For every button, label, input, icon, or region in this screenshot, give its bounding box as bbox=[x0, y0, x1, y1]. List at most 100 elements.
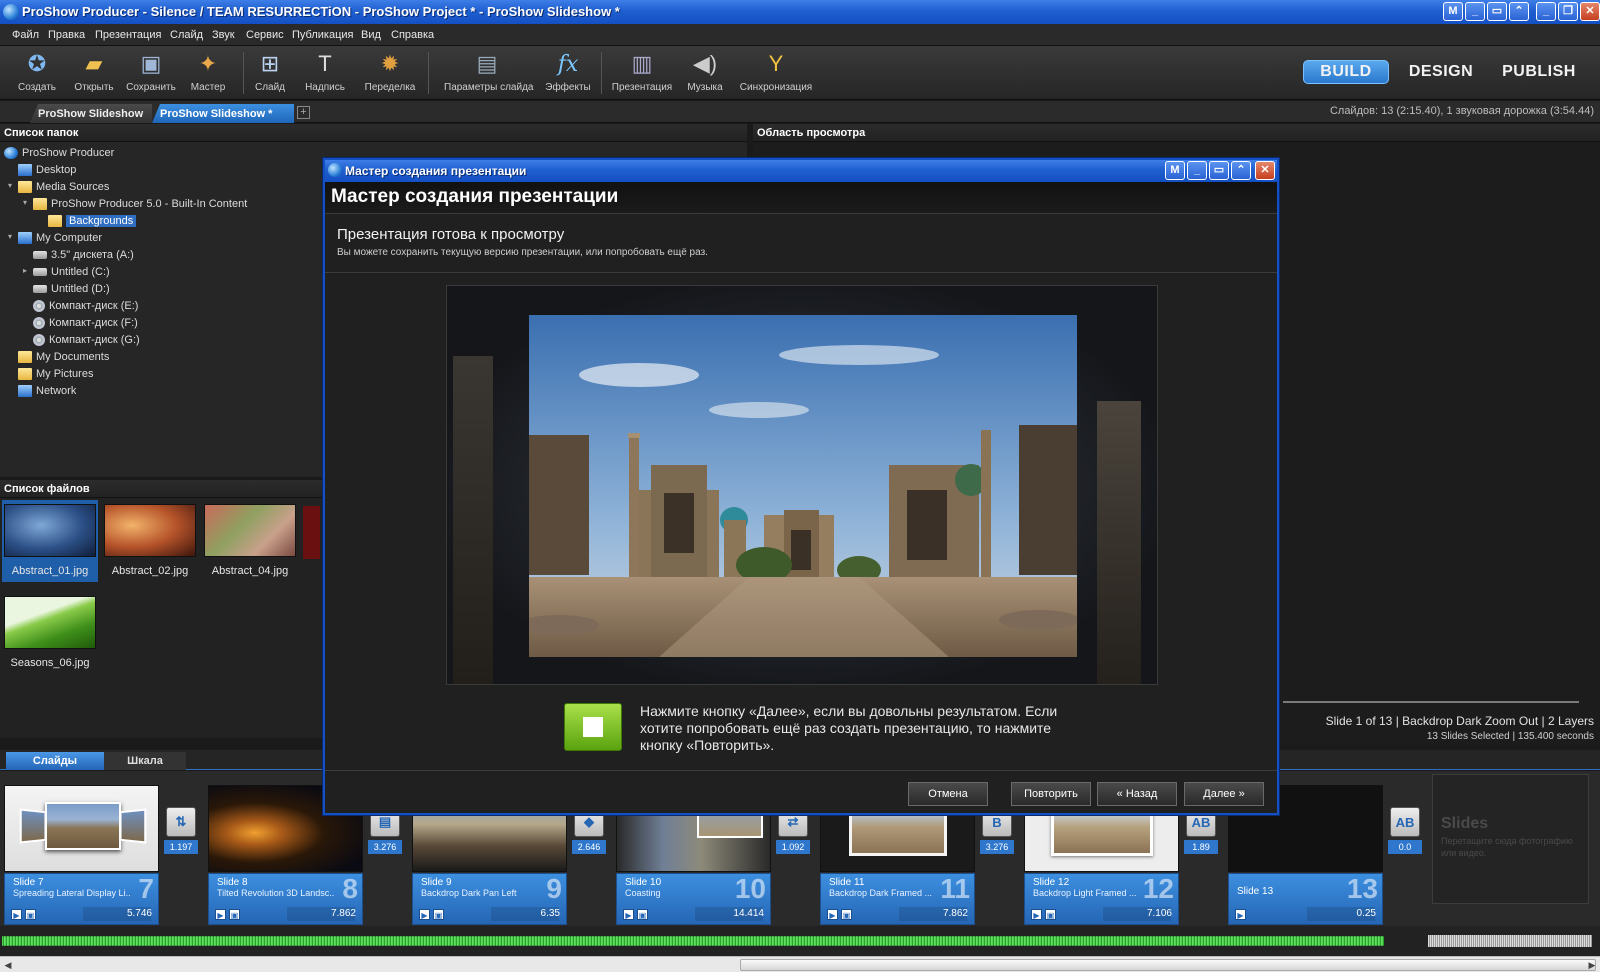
tray-icon[interactable]: _ bbox=[1465, 2, 1485, 21]
window-menu-icon[interactable]: ▭ bbox=[1487, 2, 1507, 21]
retry-button[interactable]: Повторить bbox=[1011, 782, 1091, 806]
tree-item-drive-d[interactable]: Untitled (D:) bbox=[33, 281, 110, 297]
add-tab-icon[interactable]: + bbox=[297, 106, 310, 119]
wizard-close: ✕ bbox=[1255, 161, 1275, 180]
tree-item-media-sources[interactable]: Media Sources bbox=[18, 179, 109, 195]
menu-slide[interactable]: Слайд bbox=[170, 29, 203, 41]
file-name: Abstract_04.jpg bbox=[211, 565, 289, 577]
tab-slides[interactable]: Слайды bbox=[6, 752, 104, 770]
file-thumb-seasons-06[interactable]: Seasons_06.jpg bbox=[2, 596, 98, 669]
layers-icon[interactable]: ▣ bbox=[433, 909, 444, 920]
tool-remix[interactable]: ✹ Переделка bbox=[350, 50, 430, 93]
scroll-right-icon[interactable]: ▶ bbox=[1586, 959, 1598, 971]
collapse-icon[interactable]: ▾ bbox=[8, 181, 12, 190]
tree-item-cd-f[interactable]: Компакт-диск (F:) bbox=[33, 315, 138, 331]
tab-proshow-slideshow-modified[interactable]: ProShow Slideshow * bbox=[152, 104, 294, 123]
file-image bbox=[204, 504, 296, 557]
slide-card[interactable]: Slide 7 Spreading Lateral Display Li... … bbox=[4, 785, 159, 929]
layers-icon[interactable]: ▣ bbox=[637, 909, 648, 920]
slide-duration: 6.35 bbox=[540, 908, 560, 919]
tool-effects[interactable]: fx Эффекты bbox=[528, 50, 608, 94]
tree-item-built-in-content[interactable]: ProShow Producer 5.0 - Built-In Content bbox=[33, 196, 247, 212]
transition-item[interactable]: ⇅ 1.197 bbox=[164, 807, 198, 854]
tree-item-desktop[interactable]: Desktop bbox=[18, 162, 76, 178]
slide-name: Slide 12 bbox=[1033, 877, 1070, 888]
file-thumb-abstract-01[interactable]: Abstract_01.jpg bbox=[2, 500, 98, 582]
menu-show[interactable]: Презентация bbox=[95, 29, 161, 41]
play-icon[interactable]: ▶ bbox=[623, 909, 634, 920]
collapse-icon[interactable]: ▾ bbox=[23, 198, 27, 207]
menu-file[interactable]: Файл bbox=[12, 29, 39, 41]
layers-icon[interactable]: ▣ bbox=[25, 909, 36, 920]
pin-icon[interactable]: M bbox=[1165, 161, 1185, 180]
tab-proshow-slideshow[interactable]: ProShow Slideshow bbox=[30, 104, 152, 123]
maximize-icon[interactable]: ❐ bbox=[1558, 2, 1578, 21]
scroll-left-icon[interactable]: ◀ bbox=[2, 959, 14, 971]
next-button[interactable]: Далее » bbox=[1184, 782, 1264, 806]
close-icon[interactable]: ✕ bbox=[1580, 2, 1600, 21]
proshow-app-icon bbox=[4, 147, 18, 159]
tree-item-floppy-a[interactable]: 3.5" дискета (A:) bbox=[33, 247, 134, 263]
menu-publish[interactable]: Публикация bbox=[292, 29, 353, 41]
layers-icon[interactable]: ▣ bbox=[1045, 909, 1056, 920]
tree-item-my-pictures[interactable]: My Pictures bbox=[18, 366, 93, 382]
tree-item-my-computer[interactable]: My Computer bbox=[18, 230, 102, 246]
tree-item-cd-e[interactable]: Компакт-диск (E:) bbox=[33, 298, 138, 314]
sync-icon: Y bbox=[768, 51, 784, 76]
computer-icon bbox=[18, 232, 32, 244]
tray-icon[interactable]: _ bbox=[1187, 161, 1207, 180]
audio-waveform bbox=[2, 936, 1384, 946]
tab-timeline[interactable]: Шкала bbox=[104, 752, 186, 770]
photo-image bbox=[529, 315, 1077, 657]
stop-preview-button[interactable] bbox=[564, 703, 622, 751]
play-icon[interactable]: ▶ bbox=[215, 909, 226, 920]
tree-item-cd-g[interactable]: Компакт-диск (G:) bbox=[33, 332, 140, 348]
rollup-icon[interactable]: ⌃ bbox=[1231, 161, 1251, 180]
menu-edit[interactable]: Правка bbox=[48, 29, 85, 41]
horizontal-scrollbar[interactable]: ◀ ▶ bbox=[0, 956, 1600, 972]
tree-item-network[interactable]: Network bbox=[18, 383, 76, 399]
menu-help[interactable]: Справка bbox=[391, 29, 434, 41]
cancel-button[interactable]: Отмена bbox=[908, 782, 988, 806]
menu-tools[interactable]: Сервис bbox=[246, 29, 284, 41]
mode-publish-button[interactable]: PUBLISH bbox=[1494, 60, 1584, 84]
play-icon[interactable]: ▶ bbox=[419, 909, 430, 920]
play-icon[interactable]: ▶ bbox=[1031, 909, 1042, 920]
back-button[interactable]: « Назад bbox=[1097, 782, 1177, 806]
preview-scrubber[interactable] bbox=[1283, 701, 1579, 703]
play-icon[interactable]: ▶ bbox=[1235, 909, 1246, 920]
expand-icon[interactable]: ▸ bbox=[23, 266, 27, 275]
tree-item-proshow-producer[interactable]: ProShow Producer bbox=[4, 145, 114, 161]
slide-info-main: Slide 1 of 13 | Backdrop Dark Zoom Out |… bbox=[1325, 714, 1594, 728]
tree-item-my-documents[interactable]: My Documents bbox=[18, 349, 109, 365]
slide-name: Slide 9 bbox=[421, 877, 452, 888]
mode-build-button[interactable]: BUILD bbox=[1303, 60, 1389, 84]
slide-controls: ▶ ▣ bbox=[623, 909, 648, 920]
scrollbar-thumb[interactable] bbox=[740, 959, 1596, 971]
rollup-icon[interactable]: ⌃ bbox=[1509, 2, 1529, 21]
drop-zone-title: Slides bbox=[1441, 815, 1489, 832]
tree-item-backgrounds[interactable]: Backgrounds bbox=[48, 213, 137, 229]
collapse-icon[interactable]: ▾ bbox=[8, 232, 12, 241]
menu-view[interactable]: Вид bbox=[361, 29, 381, 41]
soundtrack-lane[interactable] bbox=[0, 926, 1600, 956]
layers-icon[interactable]: ▣ bbox=[841, 909, 852, 920]
transition-item[interactable]: AB 0.0 bbox=[1388, 807, 1422, 854]
slide-drop-zone[interactable]: Slides Перетащите сюда фотографию или ви… bbox=[1432, 774, 1589, 904]
tool-sync[interactable]: Y Синхронизация bbox=[731, 50, 821, 93]
window-menu-icon[interactable]: ▭ bbox=[1209, 161, 1229, 180]
menu-audio[interactable]: Звук bbox=[212, 29, 235, 41]
file-thumb-abstract-04[interactable]: Abstract_04.jpg bbox=[202, 504, 298, 577]
play-icon[interactable]: ▶ bbox=[827, 909, 838, 920]
file-thumb-abstract-02[interactable]: Abstract_02.jpg bbox=[102, 504, 198, 577]
slide-number: 10 bbox=[734, 873, 766, 904]
play-icon[interactable]: ▶ bbox=[11, 909, 22, 920]
mode-design-button[interactable]: DESIGN bbox=[1398, 60, 1484, 84]
layers-icon[interactable]: ▣ bbox=[229, 909, 240, 920]
tool-slide-options[interactable]: ▤ Параметры слайда bbox=[444, 50, 533, 93]
minimize-icon[interactable]: _ bbox=[1536, 2, 1556, 21]
close-icon[interactable]: ✕ bbox=[1255, 161, 1275, 180]
file-image bbox=[4, 596, 96, 649]
pin-icon[interactable]: M bbox=[1443, 2, 1463, 21]
tree-item-drive-c[interactable]: Untitled (C:) bbox=[33, 264, 110, 280]
